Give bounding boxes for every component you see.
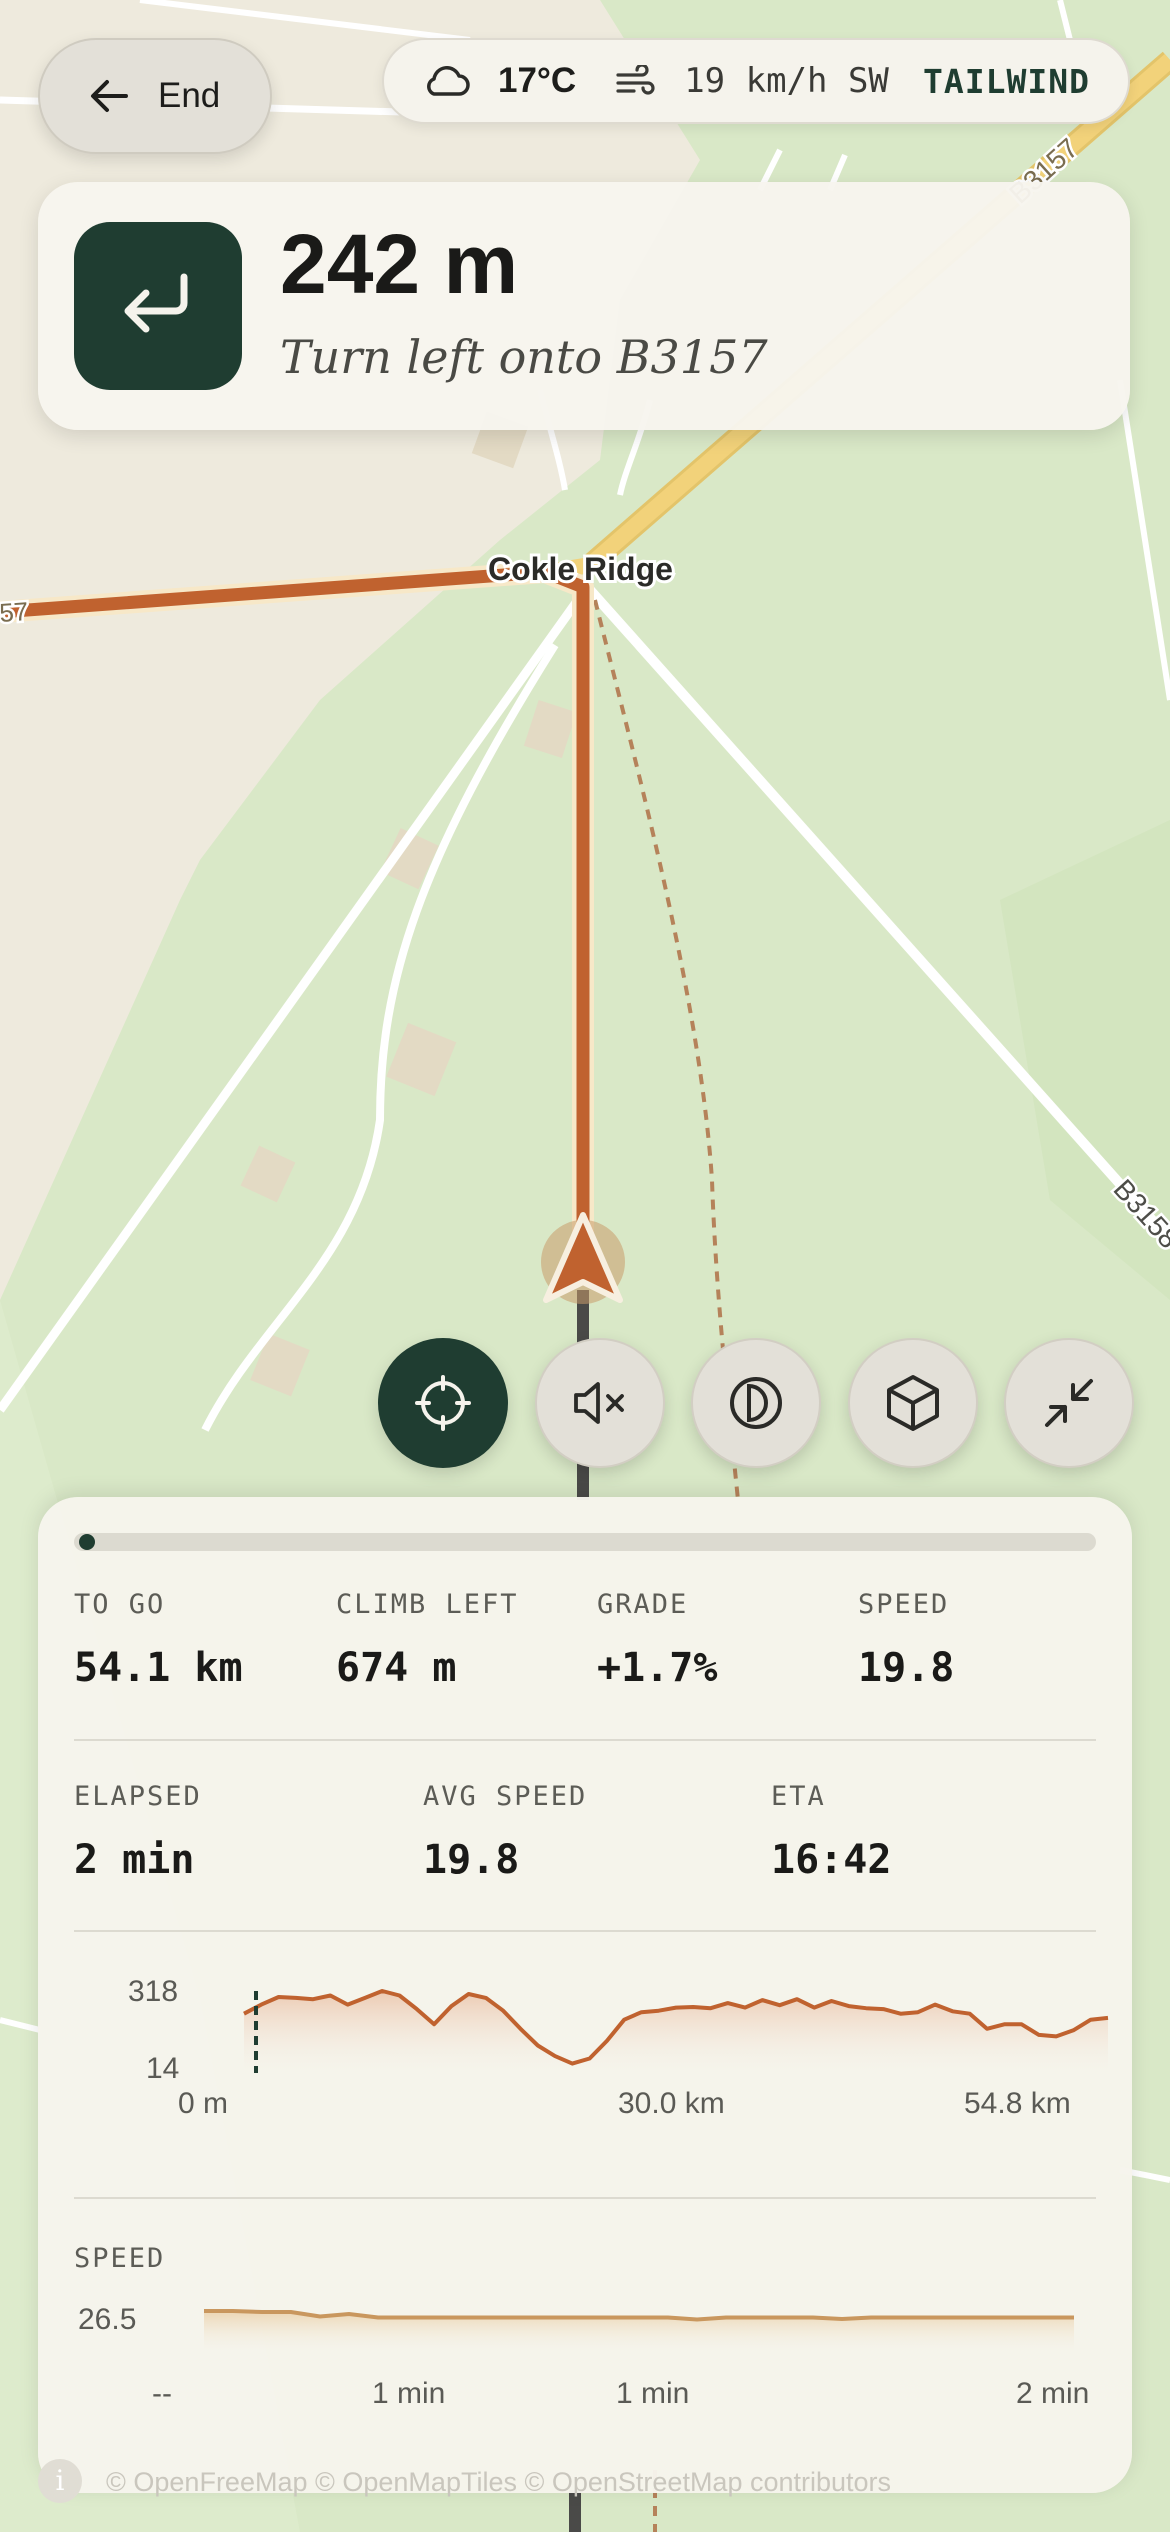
ride-stats-panel: TO GO 54.1 km CLIMB LEFT 674 m GRADE +1.… xyxy=(38,1497,1132,2503)
wind-effect: TAILWIND xyxy=(923,61,1090,101)
cube-icon xyxy=(887,1375,939,1431)
place-label: Cokle Ridge xyxy=(488,551,673,587)
elevation-area xyxy=(244,1991,1108,2073)
crosshair-icon xyxy=(415,1375,471,1431)
speed-chart-label: SPEED xyxy=(74,2243,166,2274)
contrast-button[interactable] xyxy=(691,1338,821,1468)
temperature: 17°C xyxy=(498,61,577,100)
turn-distance: 242 m xyxy=(280,217,519,311)
cloud-icon xyxy=(427,66,470,96)
speed-x-1: 1 min xyxy=(372,2377,446,2410)
recenter-button[interactable] xyxy=(378,1338,508,1468)
collapse-button[interactable] xyxy=(1004,1338,1134,1468)
turn-instruction-card: 242 m Turn left onto B3157 xyxy=(38,182,1130,430)
view-3d-button[interactable] xyxy=(848,1338,978,1468)
info-icon[interactable]: i xyxy=(38,2459,82,2503)
grade-label: GRADE xyxy=(597,1589,689,1620)
divider xyxy=(74,1739,1096,1741)
speed-x-0: -- xyxy=(152,2377,172,2410)
elevation-x-start: 0 m xyxy=(178,2087,229,2120)
end-ride-button[interactable]: End xyxy=(38,38,272,154)
weather-pill: 17°C 19 km/h SW TAILWIND xyxy=(382,38,1130,124)
progress-indicator xyxy=(79,1534,96,1550)
route-progress-bar xyxy=(74,1533,1096,1551)
elevation-max-label: 318 xyxy=(128,1975,179,2008)
elevation-x-end: 54.8 km xyxy=(964,2087,1071,2120)
turn-left-icon xyxy=(74,222,242,390)
speaker-mute-icon xyxy=(574,1382,624,1424)
road-label-57: 57 xyxy=(0,596,29,628)
climb-left-label: CLIMB LEFT xyxy=(336,1589,519,1620)
speed-profile-chart[interactable] xyxy=(164,2297,1084,2357)
eta-value: 16:42 xyxy=(771,1837,892,1883)
speed-x-3: 2 min xyxy=(1016,2377,1090,2410)
elevation-min-label: 14 xyxy=(146,2052,180,2085)
turn-instruction-text: Turn left onto B3157 xyxy=(280,330,768,384)
minimize-arrows-icon xyxy=(1045,1379,1093,1427)
to-go-label: TO GO xyxy=(74,1589,166,1620)
divider xyxy=(74,2197,1096,2199)
eta-label: ETA xyxy=(771,1781,826,1812)
climb-left-value: 674 m xyxy=(336,1645,457,1691)
speed-label: SPEED xyxy=(858,1589,950,1620)
speed-value: 19.8 xyxy=(858,1645,955,1691)
elapsed-label: ELAPSED xyxy=(74,1781,202,1812)
speed-max-label: 26.5 xyxy=(78,2303,137,2336)
to-go-value: 54.1 km xyxy=(74,1645,243,1691)
arrow-left-icon xyxy=(91,80,128,112)
wind-icon xyxy=(616,65,655,95)
wind-readout: 19 km/h SW xyxy=(684,61,889,101)
mute-button[interactable] xyxy=(535,1338,665,1468)
speed-x-2: 1 min xyxy=(616,2377,690,2410)
elevation-x-mid: 30.0 km xyxy=(618,2087,725,2120)
elevation-profile-chart[interactable] xyxy=(208,1977,1116,2077)
contrast-icon xyxy=(730,1377,782,1429)
end-ride-label: End xyxy=(158,76,221,115)
divider xyxy=(74,1930,1096,1932)
elapsed-value: 2 min xyxy=(74,1837,195,1883)
grade-value: +1.7% xyxy=(597,1645,718,1691)
avg-speed-value: 19.8 xyxy=(423,1837,520,1883)
map-attribution[interactable]: © OpenFreeMap © OpenMapTiles © OpenStree… xyxy=(106,2467,891,2498)
avg-speed-label: AVG SPEED xyxy=(423,1781,588,1812)
